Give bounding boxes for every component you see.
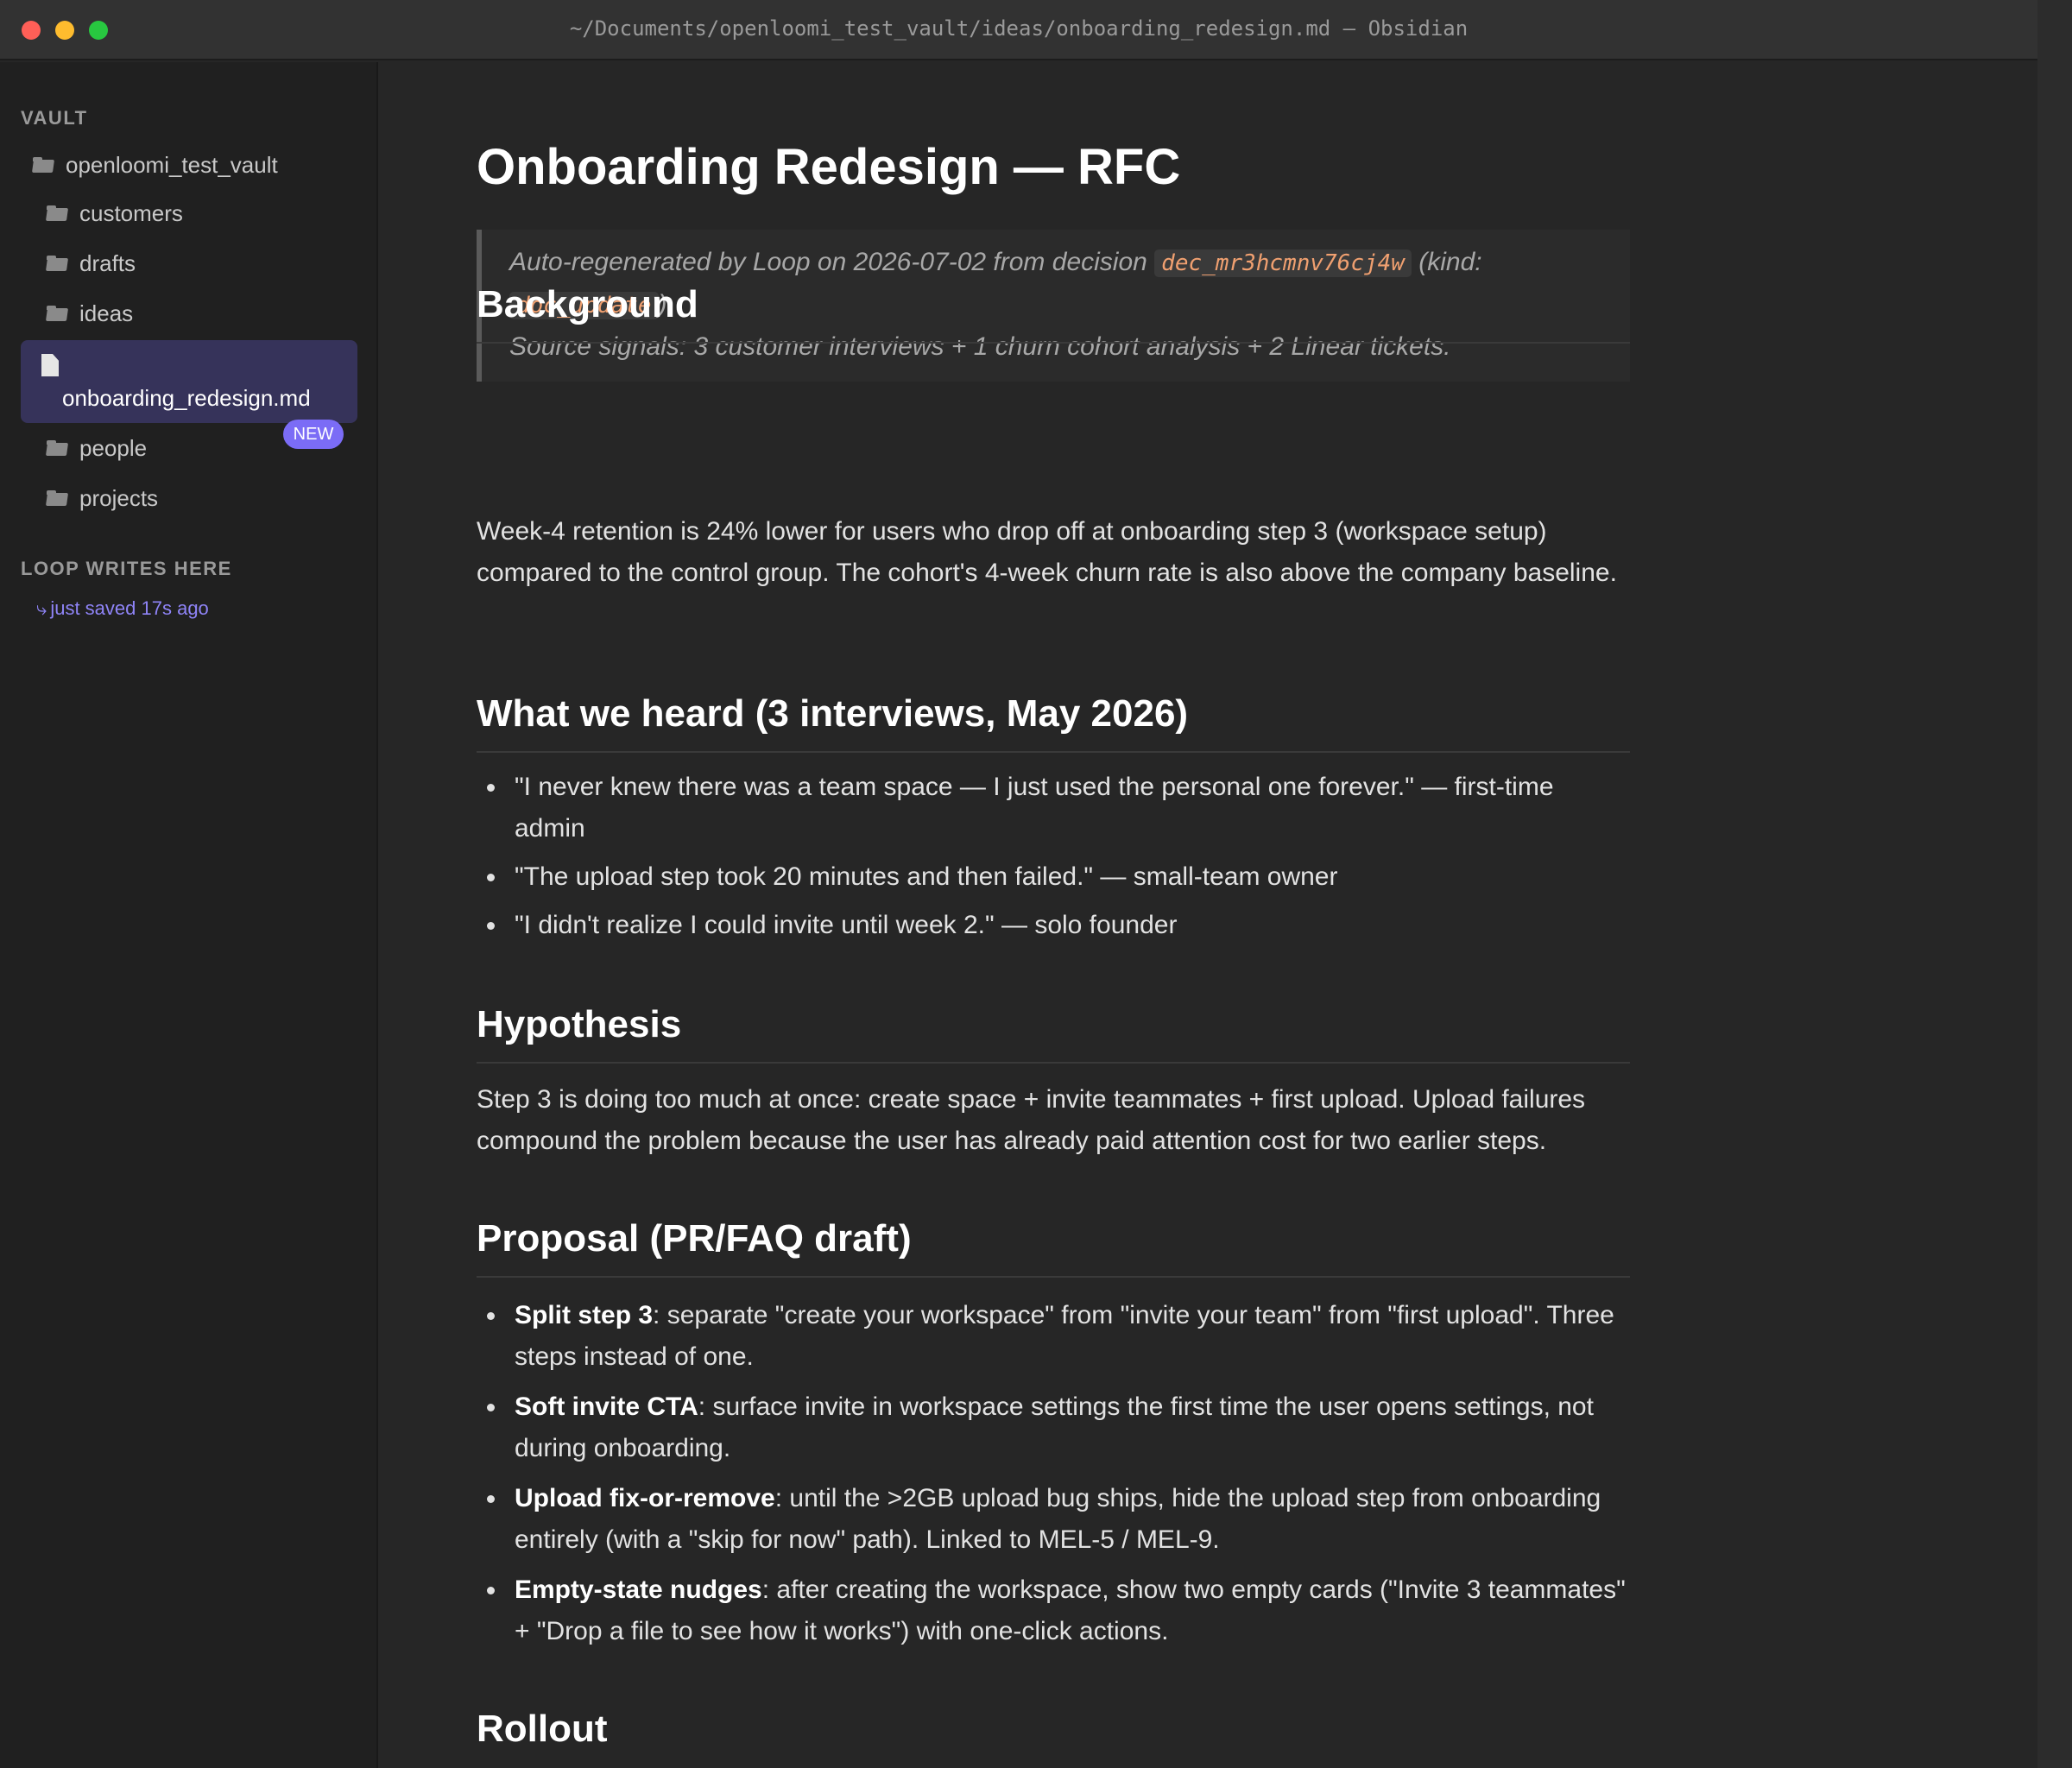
- app-window: ~/Documents/openloomi_test_vault/ideas/o…: [0, 0, 2037, 1768]
- folder-projects[interactable]: projects: [47, 478, 158, 518]
- vault-root-folder[interactable]: openloomi_test_vault: [33, 145, 278, 185]
- folder-icon: [47, 440, 67, 456]
- heading-what-we-heard: What we heard (3 interviews, May 2026): [477, 692, 1630, 753]
- loop-status-text: just saved 17s ago: [50, 597, 209, 619]
- interview-quotes-list: "I never knew there was a team space — I…: [477, 767, 1630, 946]
- list-item: "I didn't realize I could invite until w…: [477, 905, 1630, 946]
- heading-rollout: Rollout: [477, 1708, 608, 1750]
- list-item: "The upload step took 20 minutes and the…: [477, 856, 1630, 898]
- selected-file-label: onboarding_redesign.md: [62, 385, 311, 411]
- folder-icon: [47, 306, 67, 321]
- window-title: ~/Documents/openloomi_test_vault/ideas/o…: [569, 16, 1469, 41]
- folder-people[interactable]: people: [47, 428, 147, 468]
- note-title: Onboarding Redesign — RFC: [477, 139, 1181, 195]
- new-badge: NEW: [283, 420, 344, 449]
- folder-label: customers: [79, 199, 183, 226]
- list-item-bold: Split step 3: [515, 1301, 654, 1329]
- list-item-text: : separate "create your workspace" from …: [515, 1301, 1614, 1371]
- folder-icon: [47, 256, 67, 271]
- list-item: "I never knew there was a team space — I…: [477, 767, 1630, 849]
- file-explorer-sidebar: VAULT openloomi_test_vault customers dra…: [0, 62, 378, 1768]
- folder-customers[interactable]: customers: [47, 193, 183, 233]
- list-item: Upload fix-or-remove: until the >2GB upl…: [477, 1478, 1630, 1561]
- callout-prefix: Auto-regenerated by Loop on 2026-07-02 f…: [509, 248, 1147, 276]
- folder-icon: [47, 205, 67, 221]
- heading-proposal: Proposal (PR/FAQ draft): [477, 1217, 1630, 1278]
- folder-label: people: [79, 434, 148, 461]
- folder-drafts[interactable]: drafts: [47, 243, 136, 283]
- list-item: Soft invite CTA: surface invite in works…: [477, 1386, 1630, 1469]
- list-item: Empty-state nudges: after creating the w…: [477, 1569, 1630, 1652]
- heading-background: Background: [477, 283, 1630, 344]
- window-edge: [2037, 0, 2072, 1768]
- folder-ideas[interactable]: ideas: [47, 294, 133, 333]
- proposal-list: Split step 3: separate "create your work…: [477, 1295, 1630, 1652]
- decision-id-code: dec_mr3hcmnv76cj4w: [1154, 249, 1412, 277]
- return-arrow-icon: ⤷: [36, 597, 47, 619]
- folder-label: ideas: [79, 300, 134, 326]
- loop-section-title: LOOP WRITES HERE: [21, 558, 232, 579]
- list-item-bold: Upload fix-or-remove: [515, 1484, 775, 1512]
- folder-label: projects: [79, 484, 159, 511]
- folder-icon: [47, 490, 67, 506]
- folder-icon: [33, 157, 54, 173]
- heading-hypothesis: Hypothesis: [477, 1003, 1630, 1064]
- background-paragraph: Week-4 retention is 24% lower for users …: [477, 517, 1617, 587]
- loop-save-status: ⤷ just saved 17s ago: [36, 597, 209, 620]
- title-bar: ~/Documents/openloomi_test_vault/ideas/o…: [0, 0, 2037, 60]
- list-item-bold: Empty-state nudges: [515, 1575, 762, 1604]
- kind-prefix: (kind:: [1418, 248, 1482, 276]
- callout-line-1: Auto-regenerated by Loop on 2026-07-02 f…: [509, 242, 1630, 284]
- folder-label: openloomi_test_vault: [66, 151, 278, 178]
- hypothesis-paragraph: Step 3 is doing too much at once: create…: [477, 1085, 1586, 1155]
- vault-section-title: VAULT: [21, 107, 88, 129]
- list-item-bold: Soft invite CTA: [515, 1392, 698, 1421]
- folder-label: drafts: [79, 249, 136, 276]
- list-item: Split step 3: separate "create your work…: [477, 1295, 1630, 1378]
